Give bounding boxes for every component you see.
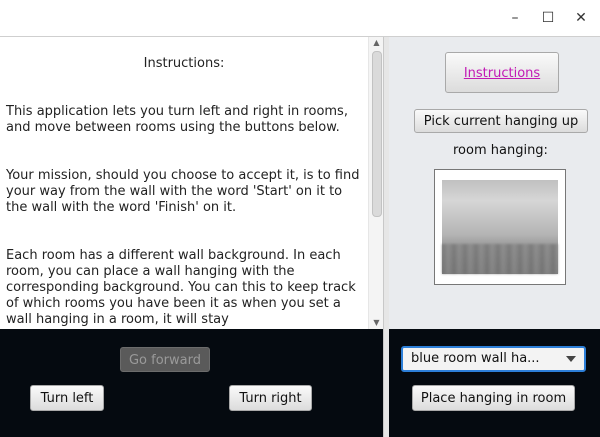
room-hanging-preview [434, 169, 566, 285]
scroll-down-icon[interactable]: ▼ [369, 317, 384, 329]
go-forward-button[interactable]: Go forward [120, 347, 210, 372]
pick-hanging-button[interactable]: Pick current hanging up [414, 109, 588, 133]
chevron-down-icon[interactable] [566, 356, 576, 362]
hanging-select[interactable]: blue room wall ha... [401, 346, 586, 372]
room-hanging-image [442, 180, 558, 274]
turn-right-button[interactable]: Turn right [229, 385, 312, 411]
instructions-button[interactable]: Instructions [445, 52, 559, 93]
title-bar: – ☐ ✕ [0, 0, 600, 36]
instructions-link-label: Instructions [463, 66, 541, 81]
minimize-icon[interactable]: – [506, 9, 524, 27]
close-icon[interactable]: ✕ [572, 9, 590, 27]
instructions-paragraph-3: Each room has a different wall backgroun… [6, 248, 356, 327]
scrollbar-thumb[interactable] [372, 51, 382, 217]
instructions-paragraph-2: Your mission, should you choose to accep… [6, 168, 360, 215]
hanging-select-value: blue room wall ha... [411, 351, 540, 366]
instructions-paragraph-1: This application lets you turn left and … [6, 104, 348, 135]
place-hanging-button[interactable]: Place hanging in room [412, 385, 575, 411]
instructions-text-area[interactable]: Instructions: This application lets you … [0, 37, 368, 329]
room-hanging-label: room hanging: [453, 143, 548, 158]
instructions-heading: Instructions: [143, 56, 225, 71]
room-floor-image [442, 244, 558, 274]
maximize-icon[interactable]: ☐ [539, 9, 557, 27]
vertical-scrollbar[interactable]: ▲ ▼ [368, 37, 384, 329]
turn-left-button[interactable]: Turn left [30, 385, 104, 411]
navigation-controls [0, 329, 383, 437]
scroll-up-icon[interactable]: ▲ [369, 37, 384, 49]
instructions-pane: Instructions: This application lets you … [0, 37, 386, 329]
